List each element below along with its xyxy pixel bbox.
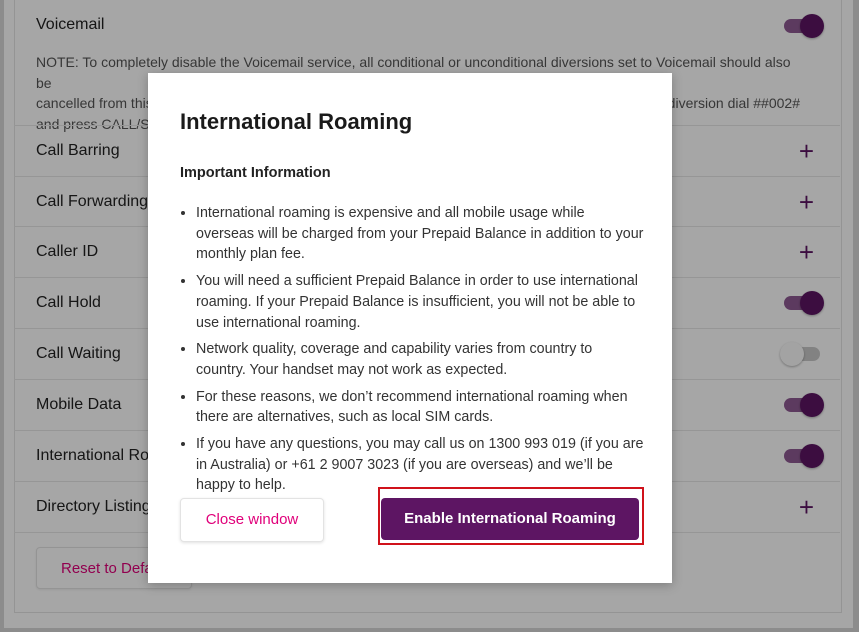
info-bullet: Network quality, coverage and capability…: [196, 339, 646, 380]
international-roaming-modal: International Roaming Important Informat…: [148, 73, 672, 583]
enable-international-roaming-button[interactable]: Enable International Roaming: [381, 498, 639, 540]
modal-title: International Roaming: [180, 109, 413, 134]
info-bullet: You will need a sufficient Prepaid Balan…: [196, 271, 646, 333]
close-window-button[interactable]: Close window: [180, 498, 324, 542]
modal-subtitle: Important Information: [180, 165, 331, 181]
info-bullet: International roaming is expensive and a…: [196, 203, 646, 265]
info-bullet: For these reasons, we don’t recommend in…: [196, 387, 646, 428]
info-list: International roaming is expensive and a…: [180, 203, 646, 502]
